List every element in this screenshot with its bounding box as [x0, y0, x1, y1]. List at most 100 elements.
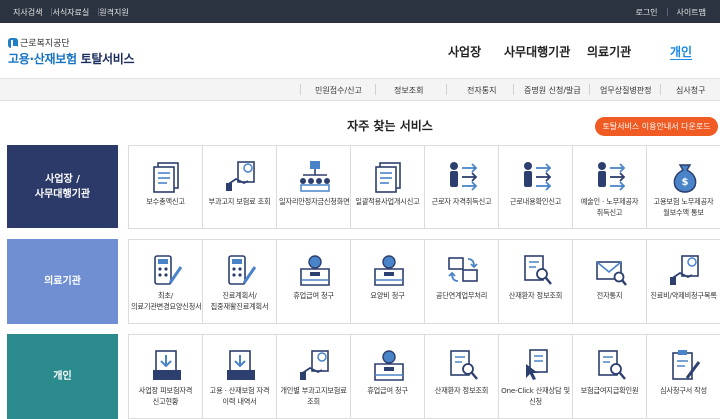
service-tile[interactable]: 예술인 · 노무제공자 취득신고: [572, 146, 646, 228]
hand-document-icon: [300, 350, 329, 380]
row-label-text: 의료기관: [44, 274, 81, 289]
service-tile-label: 근로내용확인신고: [509, 197, 562, 206]
service-tile-label: 일괄적용사업개시신고: [355, 197, 420, 206]
row-label-text: 사업장 / 사무대행기관: [35, 172, 90, 202]
service-tile[interactable]: 부과고지 보험료 조회: [202, 146, 276, 228]
service-tile[interactable]: 일괄적용사업개시신고: [350, 146, 424, 228]
coin-box-icon: [374, 350, 404, 381]
service-tile-label: One-Click 산재상담 및 신청: [501, 386, 570, 406]
divider: [446, 84, 447, 95]
service-tile[interactable]: 근로내용확인신고: [498, 146, 572, 228]
divider: [513, 84, 514, 95]
service-tile[interactable]: One-Click 산재상담 및 신청: [498, 335, 572, 418]
sitemap-link[interactable]: 사이트맵: [677, 7, 706, 18]
service-tile-label: 사업장 피보험자격 신고현황: [138, 386, 193, 406]
service-tile[interactable]: 근로자 자격취득신고: [424, 146, 498, 228]
remote-support-link[interactable]: 원격지원: [99, 7, 128, 18]
subnav-review-request[interactable]: 심사청구: [676, 85, 705, 96]
nav-medical[interactable]: 의료기관: [587, 43, 631, 60]
service-tile[interactable]: 최초/의료기관변경요양신청서: [128, 240, 202, 323]
service-tile[interactable]: 진료계획서/집중재활진료계획서: [202, 240, 276, 323]
service-tile-label: 고용보험 노무제공자 월보수액 통보: [653, 197, 714, 217]
service-tile-label: 진료계획서/집중재활진료계획서: [210, 291, 269, 311]
row-label-line: 사업장 /: [45, 173, 80, 185]
service-tile[interactable]: 휴업급여 청구: [276, 240, 350, 323]
service-tile[interactable]: $ 고용보험 노무제공자 월보수액 통보: [646, 146, 720, 228]
document-search-icon: [598, 350, 626, 380]
nav-workplace[interactable]: 사업장: [448, 43, 481, 60]
service-tile[interactable]: 일자리안정자금신청화면안내: [276, 146, 363, 228]
person-arrows-icon: [598, 162, 626, 191]
service-tile[interactable]: 요양비 청구: [350, 240, 424, 323]
box-download-icon: [153, 350, 181, 380]
service-tile[interactable]: 산재환자 정보조회: [498, 240, 572, 323]
top-utility-bar: 지사검색 서식자료실 원격지원 로그인 사이트맵: [0, 0, 720, 23]
service-tile-label: 산재환자 정보조회: [508, 291, 563, 300]
service-name-highlight: 고용·산재보험: [8, 52, 77, 66]
service-tile[interactable]: 보수총액신고: [128, 146, 202, 228]
subnav-disease-judgment[interactable]: 업무상질병판정: [600, 85, 652, 96]
divider: [589, 84, 590, 95]
person-arrows-icon: [524, 162, 552, 191]
hand-document-icon: [226, 161, 255, 191]
service-grid-workplace: 보수총액신고 부과고지 보험료 조회 일자리안정자금신청화면안내 일괄적용사업개시신고…: [128, 145, 720, 229]
service-tile-label: 심사청구서 작성: [660, 386, 707, 395]
service-tile[interactable]: 진료비/약제비청구목록: [646, 240, 720, 323]
document-search-icon: [524, 255, 552, 285]
click-document-icon: [526, 349, 548, 380]
service-tile-label: 일자리안정자금신청화면안내: [279, 197, 363, 206]
subnav-e-notice[interactable]: 전자통지: [467, 85, 496, 96]
utility-links: 지사검색 서식자료실 원격지원: [13, 7, 129, 18]
login-link[interactable]: 로그인: [635, 7, 657, 18]
divider: [660, 84, 661, 95]
coin-box-icon: [300, 255, 330, 286]
guide-download-button[interactable]: 토탈서비스 이용안내서 다운로드: [595, 117, 718, 136]
row-label-line: 의료기관: [44, 276, 81, 287]
svg-text:$: $: [682, 177, 689, 188]
subnav-complaint[interactable]: 민원접수/신고: [315, 85, 362, 96]
nav-agency[interactable]: 사무대행기관: [504, 43, 570, 60]
service-tile-label: 휴업급여 청구: [293, 291, 334, 300]
divider: [300, 84, 301, 95]
branch-search-link[interactable]: 지사검색: [13, 7, 42, 18]
service-tile[interactable]: 전자통지: [572, 240, 646, 323]
service-tile-label: 고용 · 산재보험 자격 이력 내역서: [209, 386, 270, 406]
service-tile[interactable]: 공단연계업무처리: [424, 240, 498, 323]
service-tile-label: 진료비/약제비청구목록: [650, 291, 717, 300]
service-grid-medical: 최초/의료기관변경요양신청서 진료계획서/집중재활진료계획서 휴업급여 청구 요양비 …: [128, 239, 720, 324]
service-tile[interactable]: 휴업급여 청구: [350, 335, 424, 418]
sub-navigation: 민원접수/신고 정보조회 전자통지 증명원 신청/발급 업무상질병판정 심사청구: [0, 79, 720, 101]
document-stack-icon: [375, 162, 401, 193]
hand-document-icon: [670, 255, 699, 285]
divider: [375, 84, 376, 95]
coin-box-icon: [374, 255, 404, 286]
service-tile[interactable]: 심사청구서 작성: [646, 335, 720, 418]
monitor-exchange-icon: [448, 257, 478, 282]
service-tile-label: 근로자 자격취득신고: [431, 197, 492, 206]
service-grid-personal: 사업장 피보험자격 신고현황 고용 · 산재보험 자격 이력 내역서 개인별 부과고…: [128, 334, 720, 419]
service-tile-label: 개인별 부과고지보험료 조회: [280, 386, 347, 406]
calculator-pen-icon: [228, 255, 257, 285]
divider: [666, 8, 668, 16]
row-label-text: 개인: [53, 369, 71, 384]
service-tile[interactable]: 보험급여지급확인원: [572, 335, 646, 418]
service-tile-label: 예술인 · 노무제공자 취득신고: [580, 197, 639, 217]
envelope-search-icon: [596, 261, 627, 286]
service-tile-label: 산재환자 정보조회: [434, 386, 489, 395]
account-links: 로그인 사이트맵: [635, 7, 706, 18]
service-tile-label: 전자통지: [596, 291, 623, 300]
document-search-icon: [450, 350, 478, 380]
service-name: 토탈서비스: [76, 52, 135, 66]
site-header: 근로복지공단 고용·산재보험 토탈서비스 사업장 사무대행기관 의료기관 개인: [0, 23, 720, 79]
site-logo[interactable]: 근로복지공단 고용·산재보험 토탈서비스: [8, 36, 135, 67]
service-tile[interactable]: 개인별 부과고지보험료 조회: [276, 335, 350, 418]
service-tile-label: 공단연계업무처리: [435, 291, 488, 300]
subnav-certificate[interactable]: 증명원 신청/발급: [524, 85, 581, 96]
forms-library-link[interactable]: 서식자료실: [52, 7, 89, 18]
subnav-info-inquiry[interactable]: 정보조회: [394, 85, 423, 96]
service-tile[interactable]: 고용 · 산재보험 자격 이력 내역서: [202, 335, 276, 418]
service-tile[interactable]: 사업장 피보험자격 신고현황: [128, 335, 202, 418]
service-tile[interactable]: 산재환자 정보조회: [424, 335, 498, 418]
service-tile-label: 보험급여지급확인원: [580, 386, 639, 395]
nav-personal[interactable]: 개인: [670, 43, 692, 60]
